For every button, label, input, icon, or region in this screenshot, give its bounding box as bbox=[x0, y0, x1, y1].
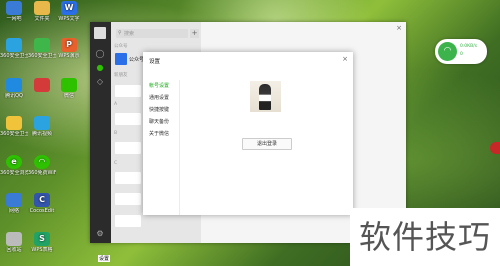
desktop-icon-11[interactable]: e360安全浏览器 bbox=[0, 155, 28, 176]
avatar bbox=[115, 85, 141, 97]
settings-gear-icon[interactable]: ⚙ bbox=[95, 228, 105, 238]
desktop-icon-6[interactable]: 360安全卫士 bbox=[28, 38, 56, 59]
wifi-icon: ◠ bbox=[34, 155, 50, 169]
desktop-icon-16[interactable]: S WPS表格 bbox=[28, 232, 56, 253]
contacts-icon[interactable]: ● bbox=[95, 62, 105, 72]
network-icon bbox=[6, 193, 22, 207]
divider bbox=[179, 80, 180, 215]
desktop-icon-2[interactable]: 文件夹 bbox=[28, 1, 56, 22]
group-header-new: 新朋友 bbox=[114, 73, 128, 78]
wifi-icon: ◠ bbox=[438, 42, 457, 61]
profile-photo bbox=[250, 81, 281, 112]
avatar[interactable] bbox=[94, 27, 106, 39]
nav-about[interactable]: 关于微信 bbox=[149, 130, 179, 142]
section-header: B bbox=[114, 131, 118, 136]
wps-presentation-icon: P bbox=[61, 38, 77, 52]
watermark-text: 软件技巧 bbox=[350, 208, 500, 266]
search-icon: ⚲ bbox=[118, 30, 122, 36]
desktop-icon-12[interactable]: ◠ 360免费WiFi bbox=[28, 155, 56, 176]
desktop-icon-7[interactable]: 腾讯QQ bbox=[0, 78, 28, 99]
desktop-icon-3[interactable]: W WPS文字 bbox=[55, 1, 83, 22]
desktop-icon-4[interactable]: 360安全卫士 bbox=[0, 38, 28, 59]
app-icon bbox=[6, 116, 22, 130]
app-icon bbox=[34, 78, 50, 92]
logout-button[interactable]: 退出登录 bbox=[242, 138, 292, 150]
network-speed-widget[interactable]: ◠ 0.0KB/s 0 bbox=[435, 39, 487, 64]
desktop-icon-9[interactable]: 360安全卫士 bbox=[0, 116, 28, 137]
chat-icon[interactable]: ◯ bbox=[95, 48, 105, 58]
app-icon bbox=[6, 1, 22, 15]
section-header: A bbox=[114, 102, 118, 107]
video-icon bbox=[34, 116, 50, 130]
wechat-icon bbox=[61, 78, 77, 92]
browser-icon: e bbox=[6, 155, 22, 169]
avatar bbox=[115, 142, 141, 154]
search-input[interactable]: ⚲ 搜索 bbox=[116, 29, 188, 38]
app-icon bbox=[34, 38, 50, 52]
close-icon[interactable]: × bbox=[342, 55, 348, 63]
avatar bbox=[115, 113, 141, 125]
desktop-icon-1[interactable]: 一网吧 bbox=[0, 1, 28, 22]
desktop-icon-13[interactable]: 网络 bbox=[0, 193, 28, 214]
desktop-icon-15[interactable]: 回收站 bbox=[0, 232, 28, 253]
nav-shortcuts[interactable]: 快捷按键 bbox=[149, 106, 179, 118]
upload-speed: 0.0KB/s bbox=[460, 44, 478, 49]
side-tab[interactable] bbox=[490, 142, 500, 154]
settings-dialog: 设置 × 帐号设置 通用设置 快捷按键 聊天备份 关于微信 退出登录 bbox=[143, 52, 353, 215]
desktop-icon-5[interactable]: P WPS演示 bbox=[55, 38, 83, 59]
add-button[interactable]: + bbox=[190, 29, 199, 38]
wps-writer-icon: W bbox=[61, 1, 77, 15]
app-icon bbox=[6, 38, 22, 52]
group-header-official: 公众号 bbox=[114, 44, 128, 49]
settings-nav: 帐号设置 通用设置 快捷按键 聊天备份 关于微信 bbox=[149, 82, 179, 142]
close-icon[interactable]: × bbox=[396, 24, 402, 32]
desktop-icon-10[interactable]: 腾讯视频 bbox=[28, 116, 56, 137]
download-speed: 0 bbox=[460, 52, 463, 57]
qq-icon bbox=[6, 78, 22, 92]
nav-chat-backup[interactable]: 聊天备份 bbox=[149, 118, 179, 130]
recycle-bin-icon bbox=[6, 232, 22, 246]
avatar bbox=[115, 193, 141, 205]
settings-tooltip: 设置 bbox=[98, 255, 111, 262]
official-account-icon bbox=[115, 53, 127, 65]
avatar bbox=[115, 215, 141, 227]
desktop-icon-8[interactable]: 微信 bbox=[55, 78, 83, 99]
wechat-sidebar: ◯ ● ◇ ⚙ bbox=[90, 22, 111, 243]
folder-icon bbox=[34, 1, 50, 15]
desktop-icon-14[interactable]: C CocosEdit bbox=[28, 193, 56, 214]
cocos-icon: C bbox=[34, 193, 50, 207]
avatar bbox=[115, 172, 141, 184]
desktop-icon-17[interactable] bbox=[28, 78, 56, 93]
wps-spreadsheet-icon: S bbox=[34, 232, 50, 246]
section-header: C bbox=[114, 161, 118, 166]
favorites-icon[interactable]: ◇ bbox=[95, 76, 105, 86]
nav-general-settings[interactable]: 通用设置 bbox=[149, 94, 179, 106]
nav-account-settings[interactable]: 帐号设置 bbox=[149, 82, 179, 94]
dialog-title: 设置 bbox=[149, 59, 161, 65]
